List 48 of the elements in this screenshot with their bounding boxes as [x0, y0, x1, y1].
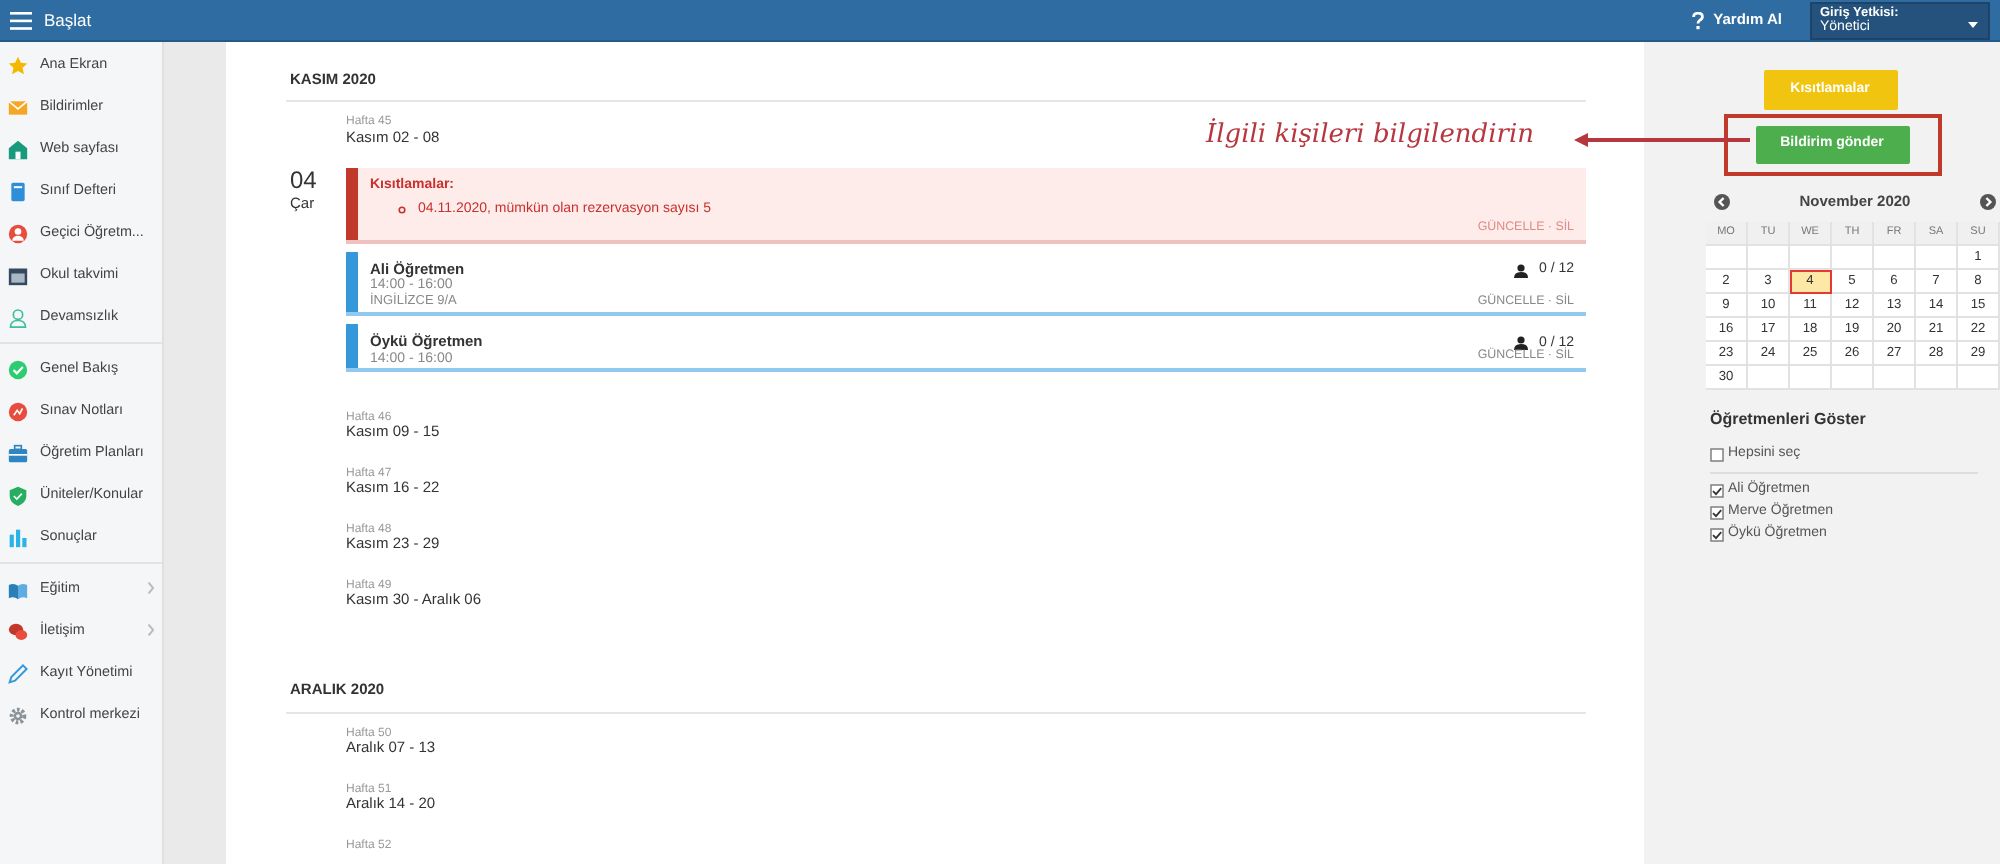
accent-bar — [346, 324, 358, 368]
star-icon — [8, 55, 28, 75]
checkbox[interactable] — [1710, 484, 1724, 498]
chevron-icon — [148, 624, 154, 636]
section-title: Öğretmenleri Göster — [1710, 408, 1868, 432]
gear-icon — [8, 705, 28, 725]
calendar-cell — [1874, 366, 1916, 390]
book-open-icon — [8, 579, 28, 599]
calendar-cell — [1832, 246, 1874, 270]
bar-chart-icon — [8, 527, 28, 547]
person-icon — [8, 223, 28, 243]
day-number: 04 — [290, 168, 319, 193]
menu-icon[interactable] — [10, 11, 32, 29]
shield-icon — [8, 485, 28, 505]
calendar-cell — [1916, 366, 1958, 390]
book-icon — [8, 181, 28, 201]
accent-bar — [346, 252, 358, 313]
help-icon[interactable] — [1691, 11, 1704, 29]
briefcase-icon — [8, 443, 28, 463]
calendar-cell — [1748, 246, 1790, 270]
person-outline-icon — [8, 307, 28, 327]
house-icon — [8, 139, 28, 159]
chat-icon — [8, 621, 28, 641]
chevron-icon — [148, 582, 154, 594]
checkbox[interactable] — [1710, 506, 1724, 520]
app-title: Başlat — [44, 7, 92, 33]
calendar-cell — [1790, 366, 1832, 390]
calendar-cell — [1748, 366, 1790, 390]
calendar-cell — [1874, 246, 1916, 270]
calendar-cell — [1706, 246, 1748, 270]
chart-circle-icon — [8, 401, 28, 421]
previous-icon[interactable] — [1714, 194, 1730, 210]
envelope-icon — [8, 97, 28, 117]
checkbox[interactable] — [1710, 528, 1724, 542]
annotation-text: İlgili kişileri bilgilendirin — [1206, 116, 1535, 154]
check-circle-icon — [8, 359, 28, 379]
person-icon — [1514, 336, 1529, 351]
calendar-cell — [1832, 366, 1874, 390]
accent-bar — [346, 168, 358, 241]
checkbox[interactable] — [1710, 448, 1724, 462]
bullet-icon — [398, 206, 406, 215]
calendar-icon — [8, 265, 28, 285]
calendar-cell — [1916, 246, 1958, 270]
calendar-cell — [1958, 366, 2000, 390]
person-icon — [1514, 263, 1529, 278]
pencil-icon — [8, 663, 28, 683]
caret-icon — [1968, 21, 1978, 27]
next-icon[interactable] — [1979, 194, 1996, 210]
